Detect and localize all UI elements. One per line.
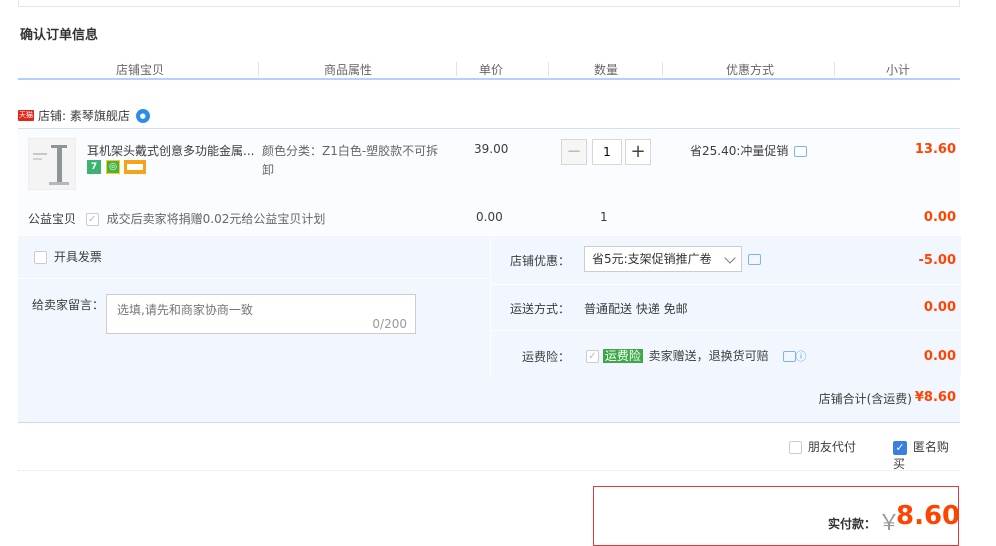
- insurance-amount: 0.00: [923, 349, 956, 364]
- col-header-attr: 商品属性: [324, 63, 373, 77]
- insurance-checkbox: ✓: [586, 350, 599, 363]
- promotion: 省25.40:冲量促销: [690, 142, 808, 159]
- insurance-label: 运费险：: [522, 350, 571, 364]
- unit-price: 39.00: [474, 142, 509, 156]
- promotion-text: 省25.40:冲量促销: [690, 144, 789, 158]
- charity-subtotal: 0.00: [923, 210, 956, 225]
- comment-icon[interactable]: [748, 254, 761, 265]
- invoice-option[interactable]: 开具发票: [34, 248, 102, 265]
- increase-button[interactable]: +: [625, 139, 651, 165]
- shop-total-row: 店铺合计(含运费) ¥8.60: [18, 376, 960, 423]
- insurance-text: 卖家赠送，退换货可赔: [648, 349, 769, 363]
- purchase-options: 朋友代付 ✓ 匿名购买: [18, 422, 960, 471]
- charity-checkbox: ✓: [85, 213, 99, 226]
- message-char-count: 0/200: [372, 317, 407, 331]
- shop-total-label: 店铺合计(含运费): [818, 392, 912, 406]
- shop-total-amount: ¥8.60: [914, 390, 956, 405]
- item-subtotal: 13.60: [914, 142, 956, 157]
- shipping-amount: 0.00: [923, 300, 956, 315]
- col-header-subtotal: 小计: [886, 63, 911, 77]
- shipping-label: 运送方式：: [510, 302, 571, 316]
- message-label: 给卖家留言：: [32, 298, 105, 312]
- shop-discount-label: 店铺优惠：: [510, 254, 571, 268]
- product-title[interactable]: 耳机架头戴式创意多功能金属...: [87, 142, 257, 159]
- charity-quantity: 1: [600, 210, 608, 224]
- charity-price: 0.00: [476, 210, 503, 224]
- comment-icon[interactable]: [782, 351, 796, 362]
- insurance-badge: 运费险: [602, 349, 643, 363]
- table-header: 店铺宝贝 商品属性 单价 数量 优惠方式 小计: [18, 56, 960, 80]
- shop-name[interactable]: 店铺: 素琴旗舰店: [38, 109, 130, 123]
- quantity-input[interactable]: [592, 139, 622, 165]
- charity-text: 成交后卖家将捐赠0.02元给公益宝贝计划: [106, 212, 326, 226]
- friend-pay-checkbox[interactable]: [789, 441, 802, 454]
- charity-label: 公益宝贝: [28, 212, 77, 226]
- friend-pay-label: 朋友代付: [807, 440, 856, 454]
- help-icon[interactable]: ⓘ: [796, 350, 807, 363]
- shipping-value: 普通配送 快递 免邮: [584, 302, 688, 316]
- shop-row: 天猫 店铺: 素琴旗舰店 ●: [18, 107, 150, 124]
- comment-icon[interactable]: [794, 146, 808, 157]
- decrease-button[interactable]: −: [561, 139, 587, 165]
- shop-discount-select[interactable]: 省5元:支架促销推广卷: [584, 246, 742, 272]
- shop-discount-amount: -5.00: [918, 253, 956, 268]
- tmall-icon: 天猫: [18, 110, 34, 121]
- col-header-qty: 数量: [594, 63, 619, 77]
- charity-row: 公益宝贝 ✓ 成交后卖家将捐赠0.02元给公益宝贝计划: [28, 210, 325, 227]
- col-header-item: 店铺宝贝: [116, 63, 165, 77]
- invoice-label: 开具发票: [53, 250, 102, 264]
- insurance-row: ✓ 运费险 卖家赠送，退换货可赔 ⓘ: [586, 347, 807, 364]
- message-box: 0/200: [106, 294, 419, 334]
- pay-amount: 8.60: [896, 501, 961, 531]
- credit-card-icon: [124, 160, 146, 174]
- friend-pay-option[interactable]: 朋友代付: [789, 438, 856, 455]
- product-thumbnail[interactable]: [28, 138, 76, 190]
- seven-day-return-icon: 7: [87, 160, 101, 174]
- pay-label: 实付款：: [828, 517, 877, 531]
- shop-discount-value: 省5元:支架促销推广卷: [592, 252, 712, 266]
- chevron-down-icon: [724, 252, 736, 264]
- section-title: 确认订单信息: [20, 28, 99, 43]
- invoice-checkbox[interactable]: [34, 251, 47, 264]
- payment-summary: 实付款： ￥ 8.60: [593, 486, 961, 546]
- col-header-price: 单价: [479, 63, 504, 77]
- chat-wangwang-icon[interactable]: ●: [135, 108, 150, 123]
- guarantee-icon: ◎: [106, 160, 120, 174]
- col-header-promo: 优惠方式: [726, 63, 775, 77]
- anonymous-option[interactable]: ✓ 匿名购买: [893, 438, 960, 472]
- product-attributes: 颜色分类：Z1白色-塑胶款不可拆卸: [262, 144, 439, 177]
- anonymous-checkbox[interactable]: ✓: [893, 440, 907, 455]
- previous-section-box: [18, 0, 960, 7]
